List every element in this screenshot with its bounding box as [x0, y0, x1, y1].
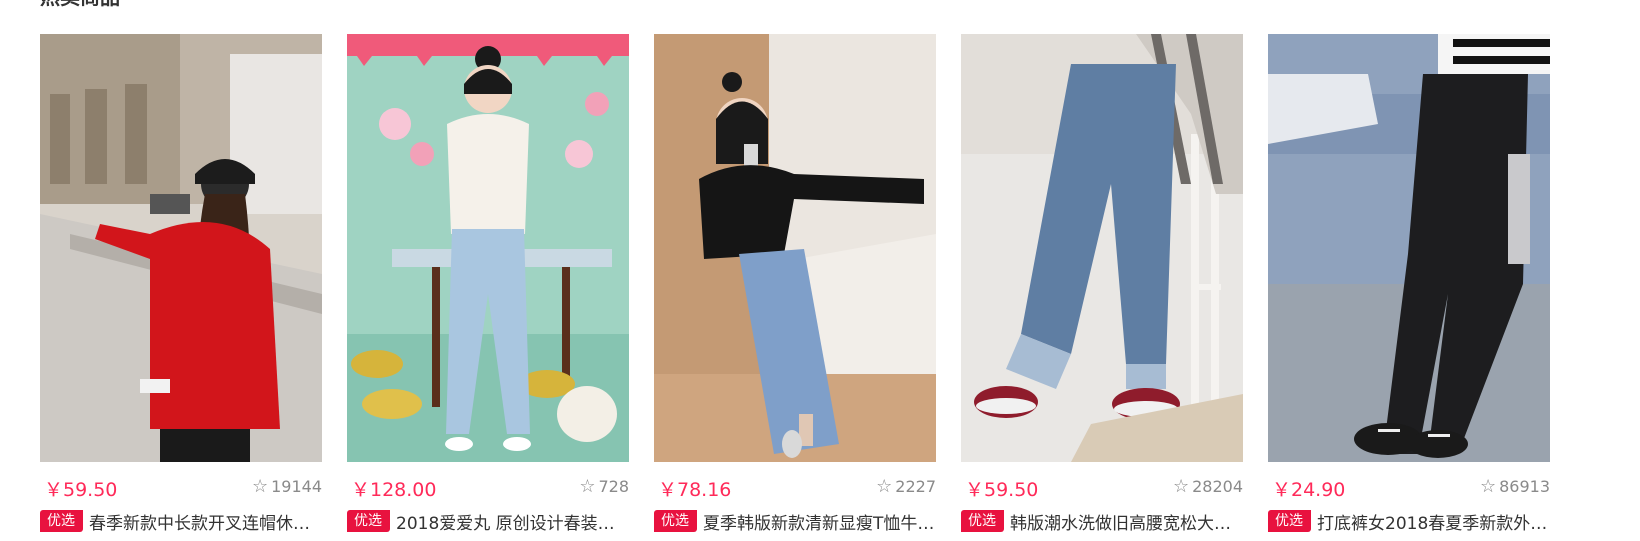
product-card[interactable]: ￥24.90 ☆86913 优选 打底裤女2018春夏季新款外穿黑色 [1268, 34, 1550, 534]
product-title[interactable]: 夏季韩版新款清新显瘦T恤牛仔半身裙 [703, 509, 936, 534]
product-card[interactable]: ￥128.00 ☆728 优选 2018爱爱丸 原创设计春装阔腿牛仔裤 [347, 34, 629, 534]
product-meta: ￥59.50 ☆ 28204 [961, 472, 1243, 501]
product-image[interactable] [1268, 34, 1550, 462]
product-price: ￥128.00 [351, 479, 437, 501]
favorite-count-value: 19144 [271, 477, 322, 496]
featured-badge: 优选 [1268, 510, 1311, 532]
product-meta: ￥24.90 ☆ 86913 [1268, 472, 1550, 501]
product-meta: ￥78.16 ☆ 2227 [654, 472, 936, 501]
product-title[interactable]: 2018爱爱丸 原创设计春装阔腿牛仔裤 [396, 509, 629, 534]
favorite-count[interactable]: ☆ 28204 [1173, 476, 1243, 497]
product-card[interactable]: ￥59.50 ☆19144 优选 春季新款中长款开叉连帽休闲卫衣女 [40, 34, 322, 534]
product-title-row[interactable]: 优选 打底裤女2018春夏季新款外穿黑色 [1268, 508, 1550, 534]
product-meta: ￥59.50 ☆ 19144 [40, 472, 322, 501]
featured-badge: 优选 [40, 510, 83, 532]
product-meta: ￥128.00 ☆ 728 [347, 472, 629, 501]
product-price: ￥59.50 [44, 479, 118, 501]
favorite-count-value: 2227 [895, 477, 936, 496]
star-outline-icon: ☆ [1172, 476, 1190, 497]
product-image[interactable] [40, 34, 322, 462]
product-image[interactable] [654, 34, 936, 462]
product-title[interactable]: 韩版潮水洗做旧高腰宽松大码牛仔裤 [1010, 509, 1243, 534]
star-outline-icon: ☆ [251, 476, 269, 497]
product-listing-page: 热卖商品 [0, 0, 1640, 541]
product-card[interactable]: ￥59.50 ☆28204 优选 韩版潮水洗做旧高腰宽松大码牛仔裤 [961, 34, 1243, 534]
star-outline-icon: ☆ [876, 476, 893, 497]
product-title[interactable]: 打底裤女2018春夏季新款外穿黑色 [1317, 509, 1550, 534]
featured-badge: 优选 [961, 510, 1004, 532]
product-title-row[interactable]: 优选 春季新款中长款开叉连帽休闲卫衣女 [40, 508, 322, 534]
product-image[interactable] [347, 34, 629, 462]
product-grid: ￥59.50 ☆19144 优选 春季新款中长款开叉连帽休闲卫衣女 [40, 34, 1550, 534]
section-title: 热卖商品 [40, 0, 120, 8]
favorite-count[interactable]: ☆ 2227 [876, 476, 936, 497]
product-title[interactable]: 春季新款中长款开叉连帽休闲卫衣女 [89, 509, 322, 534]
product-price: ￥24.90 [1272, 479, 1346, 501]
favorite-count-value: 86913 [1499, 477, 1550, 496]
product-price: ￥78.16 [658, 479, 732, 501]
product-title-row[interactable]: 优选 2018爱爱丸 原创设计春装阔腿牛仔裤 [347, 508, 629, 534]
product-title-row[interactable]: 优选 韩版潮水洗做旧高腰宽松大码牛仔裤 [961, 508, 1243, 534]
favorite-count[interactable]: ☆ 19144 [252, 476, 322, 497]
product-title-row[interactable]: 优选 夏季韩版新款清新显瘦T恤牛仔半身裙 [654, 508, 936, 534]
featured-badge: 优选 [347, 510, 390, 532]
favorite-count[interactable]: ☆ 86913 [1480, 476, 1550, 497]
featured-badge: 优选 [654, 510, 697, 532]
favorite-count-value: 28204 [1192, 477, 1243, 496]
star-outline-icon: ☆ [1479, 476, 1497, 497]
star-outline-icon: ☆ [579, 476, 596, 497]
favorite-count-value: 728 [598, 477, 629, 496]
product-image[interactable] [961, 34, 1243, 462]
product-card[interactable]: ￥78.16 ☆2227 优选 夏季韩版新款清新显瘦T恤牛仔半身裙 [654, 34, 936, 534]
product-price: ￥59.50 [965, 479, 1039, 501]
favorite-count[interactable]: ☆ 728 [579, 476, 629, 497]
